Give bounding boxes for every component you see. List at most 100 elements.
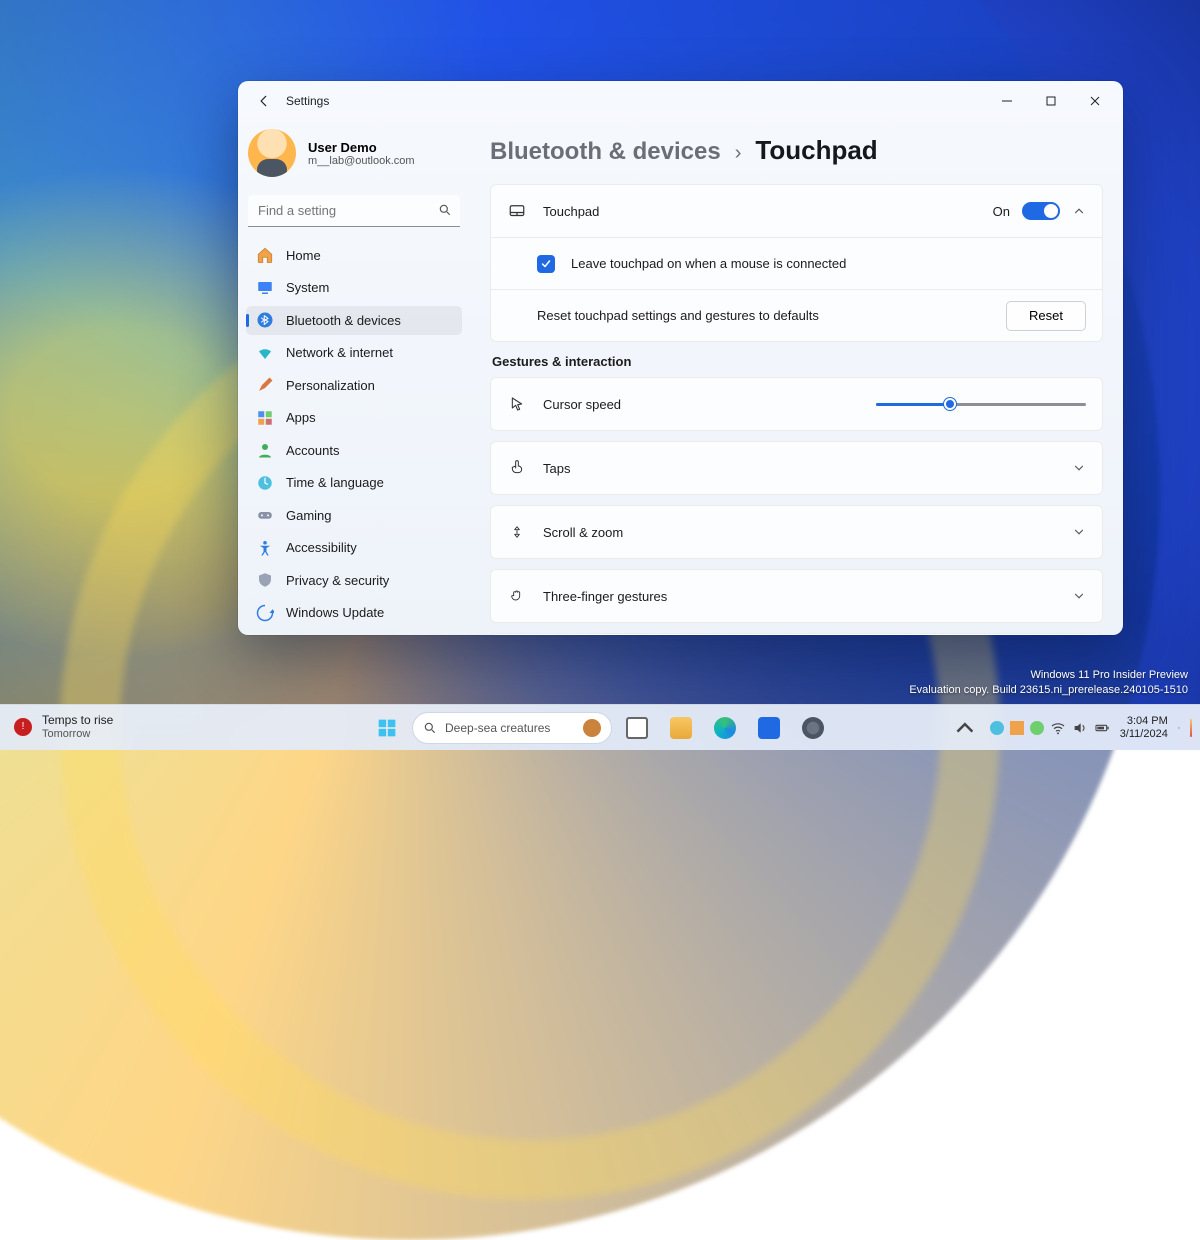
taskbar-clock[interactable]: 3:04 PM 3/11/2024 bbox=[1120, 715, 1168, 740]
cursor-speed-label: Cursor speed bbox=[543, 397, 860, 412]
update-icon bbox=[256, 604, 274, 622]
sidebar-item-label: Privacy & security bbox=[286, 573, 389, 588]
sidebar-item-accounts[interactable]: Accounts bbox=[246, 436, 462, 465]
weather-sub: Tomorrow bbox=[42, 728, 113, 741]
wifi-icon bbox=[1050, 720, 1066, 736]
store-icon bbox=[758, 717, 780, 739]
insider-watermark: Windows 11 Pro Insider Preview Evaluatio… bbox=[909, 668, 1188, 698]
search-highlight-icon bbox=[583, 719, 601, 737]
onedrive-icon bbox=[1030, 721, 1044, 735]
leave-on-checkbox[interactable] bbox=[537, 255, 555, 273]
taps-card[interactable]: Taps bbox=[490, 441, 1103, 495]
sidebar-item-label: Gaming bbox=[286, 508, 332, 523]
sidebar-item-apps[interactable]: Apps bbox=[246, 404, 462, 433]
leave-on-row[interactable]: Leave touchpad on when a mouse is connec… bbox=[491, 237, 1102, 289]
chevron-up-icon[interactable] bbox=[950, 713, 980, 743]
sidebar-item-label: Network & internet bbox=[286, 345, 393, 360]
sidebar-item-network[interactable]: Network & internet bbox=[246, 339, 462, 368]
gamepad-icon bbox=[256, 506, 274, 524]
sidebar-item-bluetooth[interactable]: Bluetooth & devices bbox=[246, 306, 462, 335]
touchpad-icon bbox=[507, 202, 527, 220]
volume-icon bbox=[1072, 720, 1088, 736]
taskbar-app-edge[interactable] bbox=[706, 709, 744, 747]
touchpad-toggle-row[interactable]: Touchpad On bbox=[491, 185, 1102, 237]
gestures-section-title: Gestures & interaction bbox=[492, 354, 1103, 369]
accessibility-icon bbox=[256, 539, 274, 557]
chevron-down-icon bbox=[1072, 461, 1086, 475]
search-icon bbox=[438, 203, 452, 217]
scroll-icon bbox=[507, 523, 527, 541]
home-icon bbox=[256, 246, 274, 264]
chevron-down-icon bbox=[1072, 525, 1086, 539]
three-finger-label: Three-finger gestures bbox=[543, 589, 1056, 604]
sidebar-item-label: Bluetooth & devices bbox=[286, 313, 401, 328]
sidebar-item-system[interactable]: System bbox=[246, 274, 462, 303]
minimize-button[interactable] bbox=[985, 85, 1029, 117]
sidebar-item-label: System bbox=[286, 280, 329, 295]
titlebar: Settings bbox=[238, 81, 1123, 121]
arrow-left-icon bbox=[257, 94, 271, 108]
reset-row: Reset touchpad settings and gestures to … bbox=[491, 289, 1102, 341]
folder-icon bbox=[670, 717, 692, 739]
back-button[interactable] bbox=[248, 85, 280, 117]
sidebar-item-label: Accessibility bbox=[286, 540, 357, 555]
wifi-icon bbox=[256, 344, 274, 362]
cursor-speed-card: Cursor speed bbox=[490, 377, 1103, 431]
bluetooth-icon bbox=[256, 311, 274, 329]
hand-icon bbox=[507, 588, 527, 604]
search-icon bbox=[423, 721, 437, 735]
breadcrumb: Bluetooth & devices › Touchpad bbox=[490, 121, 1103, 184]
copilot-icon[interactable] bbox=[1190, 719, 1192, 737]
reset-label: Reset touchpad settings and gestures to … bbox=[537, 308, 990, 323]
taskbar-search[interactable]: Deep-sea creatures bbox=[412, 712, 612, 744]
notifications-icon[interactable] bbox=[1178, 720, 1180, 736]
sidebar-item-gaming[interactable]: Gaming bbox=[246, 501, 462, 530]
system-tray[interactable] bbox=[990, 720, 1110, 736]
maximize-button[interactable] bbox=[1029, 85, 1073, 117]
scroll-zoom-card[interactable]: Scroll & zoom bbox=[490, 505, 1103, 559]
task-view-button[interactable] bbox=[618, 709, 656, 747]
taskview-icon bbox=[626, 717, 648, 739]
touchpad-toggle[interactable] bbox=[1022, 202, 1060, 220]
brush-icon bbox=[256, 376, 274, 394]
sidebar-item-label: Accounts bbox=[286, 443, 339, 458]
profile[interactable]: User Demo m__lab@outlook.com bbox=[246, 125, 462, 189]
sidebar-item-accessibility[interactable]: Accessibility bbox=[246, 534, 462, 563]
alert-icon: ! bbox=[14, 718, 32, 736]
four-finger-card[interactable]: Four-finger gestures bbox=[490, 633, 1103, 635]
taskbar-app-store[interactable] bbox=[750, 709, 788, 747]
breadcrumb-parent[interactable]: Bluetooth & devices bbox=[490, 138, 721, 166]
tray-icon bbox=[990, 721, 1004, 735]
sidebar-item-time[interactable]: Time & language bbox=[246, 469, 462, 498]
cursor-speed-slider[interactable] bbox=[876, 395, 1086, 413]
three-finger-card[interactable]: Three-finger gestures bbox=[490, 569, 1103, 623]
battery-icon bbox=[1094, 720, 1110, 736]
search-input[interactable] bbox=[248, 195, 460, 227]
touchpad-state-label: On bbox=[993, 204, 1010, 219]
sidebar-item-privacy[interactable]: Privacy & security bbox=[246, 566, 462, 595]
taskbar-app-settings[interactable] bbox=[794, 709, 832, 747]
avatar bbox=[248, 129, 296, 177]
taps-label: Taps bbox=[543, 461, 1056, 476]
cursor-speed-row: Cursor speed bbox=[491, 378, 1102, 430]
cursor-icon bbox=[507, 396, 527, 412]
sidebar-item-personalization[interactable]: Personalization bbox=[246, 371, 462, 400]
taskbar: ! Temps to rise Tomorrow Deep-sea creatu… bbox=[0, 704, 1200, 750]
breadcrumb-current: Touchpad bbox=[755, 135, 877, 166]
leave-on-label: Leave touchpad on when a mouse is connec… bbox=[571, 256, 1086, 271]
tray-icon bbox=[1010, 721, 1024, 735]
start-button[interactable] bbox=[368, 709, 406, 747]
settings-window: Settings User Demo m__lab@outlook.com bbox=[238, 81, 1123, 635]
system-icon bbox=[256, 279, 274, 297]
sidebar-item-home[interactable]: Home bbox=[246, 241, 462, 270]
check-icon bbox=[540, 258, 552, 270]
taskbar-weather[interactable]: ! Temps to rise Tomorrow bbox=[0, 714, 127, 740]
taskbar-app-explorer[interactable] bbox=[662, 709, 700, 747]
edge-icon bbox=[714, 717, 736, 739]
close-button[interactable] bbox=[1073, 85, 1117, 117]
apps-icon bbox=[256, 409, 274, 427]
gear-icon bbox=[802, 717, 824, 739]
reset-button[interactable]: Reset bbox=[1006, 301, 1086, 331]
tap-icon bbox=[507, 460, 527, 476]
sidebar-item-update[interactable]: Windows Update bbox=[246, 599, 462, 628]
